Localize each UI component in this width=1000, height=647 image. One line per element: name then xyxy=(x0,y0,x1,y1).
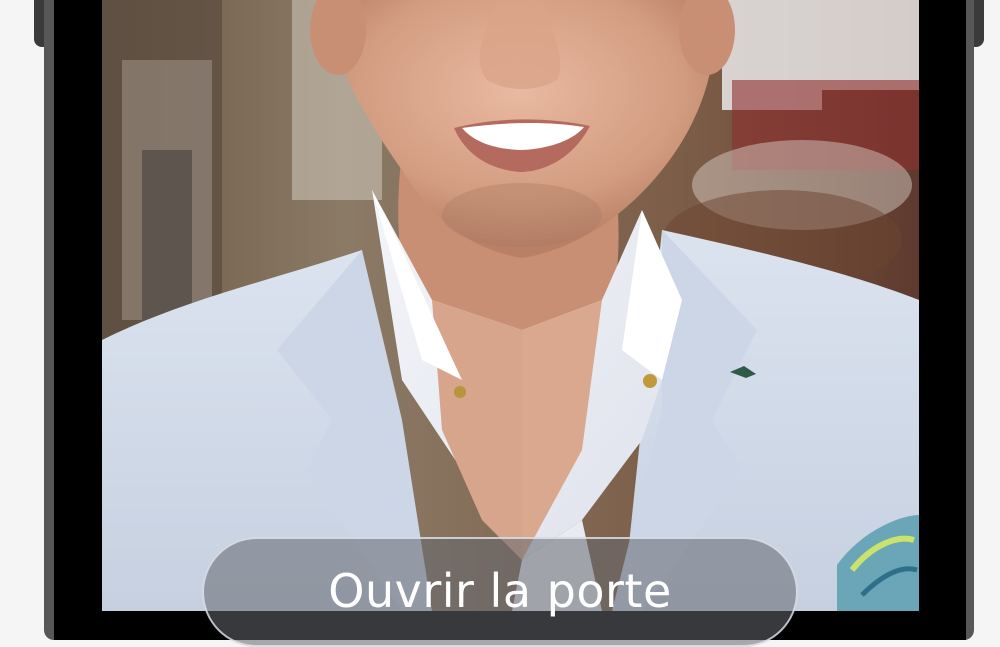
open-door-button[interactable]: Ouvrir la porte xyxy=(202,537,798,647)
open-door-label: Ouvrir la porte xyxy=(328,564,672,618)
visitor-photo xyxy=(102,0,919,611)
visitor-video-feed xyxy=(102,0,919,611)
